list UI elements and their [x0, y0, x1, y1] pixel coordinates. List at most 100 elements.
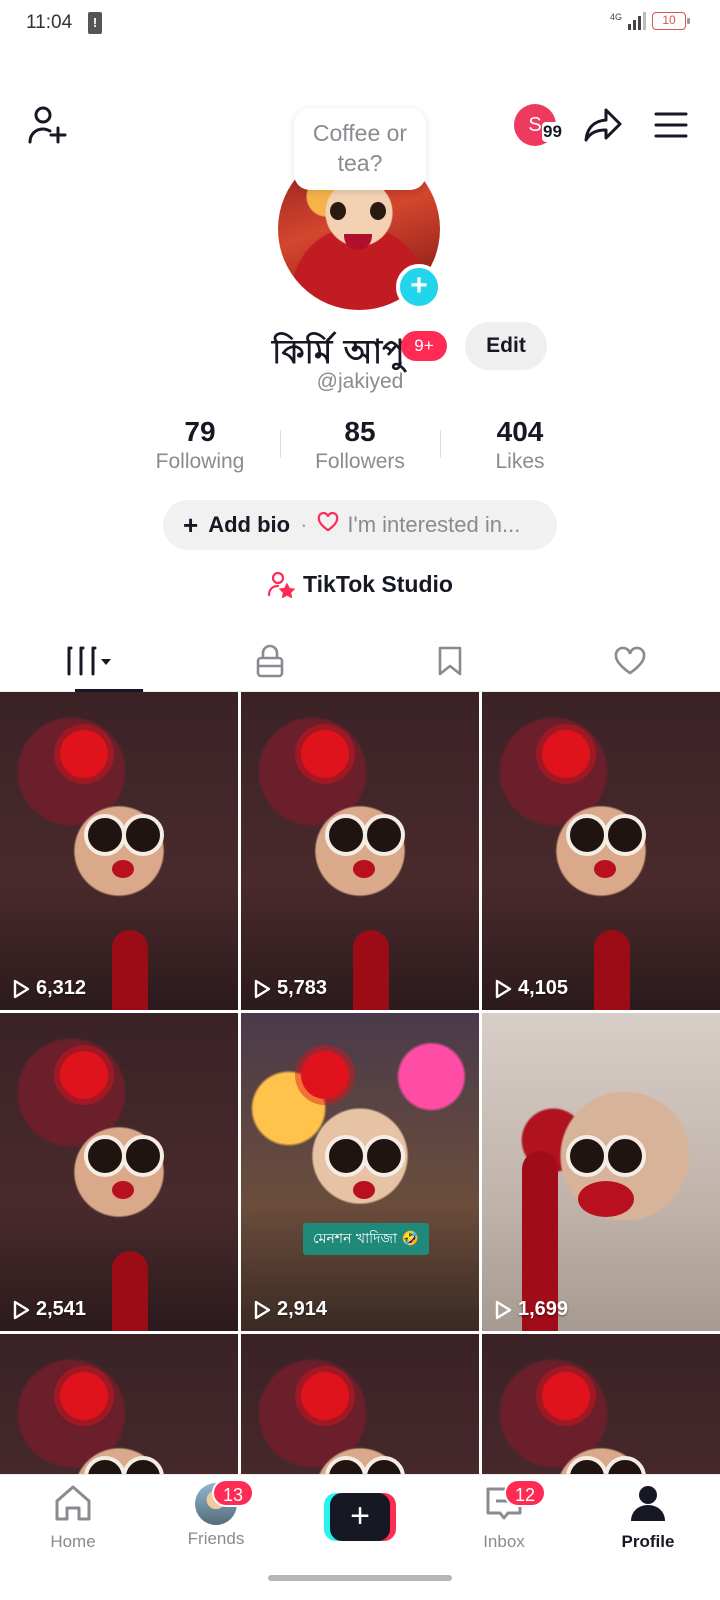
share-arrow-icon: [584, 108, 622, 142]
bio-separator: ·: [300, 512, 308, 537]
view-count: 1,699: [494, 1298, 568, 1321]
character-lips: [112, 1181, 134, 1199]
stat-label: Followers: [315, 450, 405, 473]
add-avatar-plus-icon[interactable]: +: [396, 264, 442, 310]
tab-liked[interactable]: [540, 630, 720, 691]
stat-followers[interactable]: 85 Followers: [280, 416, 440, 474]
edit-profile-button[interactable]: Edit: [465, 322, 547, 370]
stat-label: Likes: [495, 450, 545, 473]
profile-stats: 79 Following 85 Followers 404 Likes: [120, 416, 600, 474]
play-icon: [254, 979, 271, 998]
home-icon: [55, 1485, 91, 1521]
character-eyes: [325, 1135, 405, 1177]
bookmark-icon: [438, 646, 462, 675]
videos-grid-icon: [67, 646, 111, 675]
studio-label: TikTok Studio: [303, 570, 453, 597]
view-count: 5,783: [253, 977, 327, 1000]
nav-friends[interactable]: 13 Friends: [156, 1479, 276, 1549]
nav-friends-label: Friends: [187, 1529, 245, 1548]
lipstick: [112, 930, 148, 1010]
play-icon: [13, 1300, 30, 1319]
add-friend-button[interactable]: [24, 102, 70, 148]
avatar-speech-bubble[interactable]: Coffee or tea?: [294, 108, 426, 190]
red-flower: [542, 730, 590, 778]
character-lips: [112, 860, 134, 878]
notification-alert-icon: !: [88, 12, 102, 34]
character-lips: [594, 860, 616, 878]
tab-private[interactable]: [180, 630, 360, 691]
video-thumbnail[interactable]: 4,105: [482, 692, 720, 1010]
add-person-icon: [28, 106, 67, 144]
video-caption-sticker: মেনশন খাদিজা 🤣: [303, 1223, 429, 1255]
view-count-value: 2,541: [36, 1298, 87, 1320]
stat-value: 79: [184, 416, 216, 447]
plus-icon: +: [330, 1493, 390, 1541]
red-flower: [60, 1051, 108, 1099]
menu-button[interactable]: [648, 102, 694, 148]
view-count-value: 2,914: [277, 1298, 328, 1320]
avatar-eye-left: [330, 202, 346, 220]
battery-icon: 10: [652, 12, 690, 30]
heart-outline-icon: [317, 511, 339, 538]
character-eyes: [566, 814, 646, 856]
name-notification-badge[interactable]: 9+: [401, 331, 447, 361]
add-bio-label: Add bio: [208, 512, 291, 537]
create-button[interactable]: +: [324, 1493, 396, 1541]
nav-home[interactable]: Home: [13, 1483, 133, 1552]
character-eyes: [84, 814, 164, 856]
heart-icon: [614, 646, 646, 675]
tab-videos[interactable]: [0, 630, 180, 692]
play-icon: [254, 1300, 271, 1319]
video-thumbnail[interactable]: 6,312: [0, 692, 238, 1010]
avatar-eye-right: [370, 202, 386, 220]
status-indicators: 4G 10: [609, 12, 690, 30]
stat-value: 85: [344, 416, 376, 447]
view-count-value: 6,312: [36, 977, 87, 999]
stat-likes[interactable]: 404 Likes: [440, 416, 600, 474]
nav-inbox-label: Inbox: [483, 1532, 525, 1551]
share-profile-button[interactable]: [580, 102, 626, 148]
stat-label: Following: [155, 450, 245, 473]
plus-icon: +: [183, 509, 199, 540]
character-lips: [353, 860, 375, 878]
play-icon: [495, 1300, 512, 1319]
video-thumbnail[interactable]: 1,699: [482, 1013, 720, 1331]
nav-profile[interactable]: Profile: [588, 1483, 708, 1552]
stat-value: 404: [496, 416, 544, 447]
red-flower: [301, 1051, 349, 1099]
view-count: 2,541: [12, 1298, 86, 1321]
view-count-value: 5,783: [277, 977, 328, 999]
video-thumbnail[interactable]: 2,541: [0, 1013, 238, 1331]
character-eyes: [84, 1135, 164, 1177]
tab-favorites[interactable]: [360, 630, 540, 691]
network-type-label: 4G: [609, 12, 622, 22]
video-thumbnail[interactable]: মেনশন খাদিজা 🤣 2,914: [241, 1013, 479, 1331]
view-count-value: 4,105: [518, 977, 569, 999]
character-eyes: [325, 814, 405, 856]
stat-following[interactable]: 79 Following: [120, 416, 280, 474]
tiktok-studio-link[interactable]: TikTok Studio: [0, 570, 720, 598]
view-count: 2,914: [253, 1298, 327, 1321]
bio-pill[interactable]: + Add bio · I'm interested in...: [163, 500, 557, 550]
status-bar: 11:04 ! 4G 10: [0, 0, 720, 50]
character-lips: [353, 1181, 375, 1199]
view-count-value: 1,699: [518, 1298, 569, 1320]
view-count: 4,105: [494, 977, 568, 1000]
username: @jakiyed: [316, 370, 404, 393]
profile-name-row: কির্মি আপু 9+ Edit: [0, 322, 720, 371]
nav-home-label: Home: [50, 1532, 96, 1551]
character-eyes: [566, 1135, 646, 1177]
video-grid: 6,312 5,783 4,105 2,541 মেনশন খাদিজা 🤣 2…: [0, 692, 720, 1600]
red-flower: [542, 1372, 590, 1420]
interests-label: I'm interested in...: [347, 512, 521, 537]
status-time: 11:04: [26, 12, 73, 33]
nav-inbox[interactable]: 12 Inbox: [444, 1479, 564, 1552]
story-count-badge: 99: [542, 122, 563, 142]
lipstick: [594, 930, 630, 1010]
signal-strength-icon: [628, 12, 646, 30]
red-flower: [60, 1372, 108, 1420]
video-thumbnail[interactable]: 5,783: [241, 692, 479, 1010]
profile-tabs: [0, 630, 720, 692]
nav-profile-label: Profile: [621, 1532, 675, 1551]
play-icon: [13, 979, 30, 998]
